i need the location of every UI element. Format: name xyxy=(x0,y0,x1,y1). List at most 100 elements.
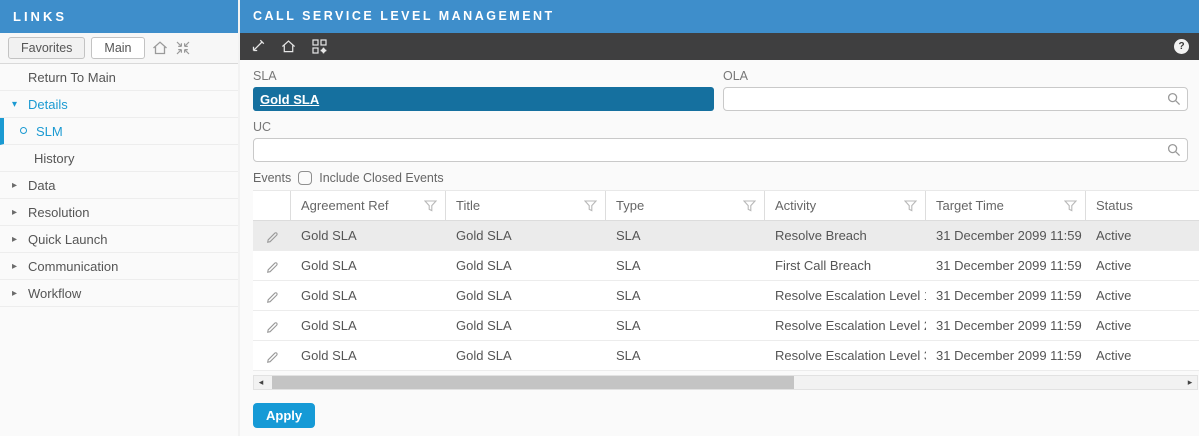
table-cell: Gold SLA xyxy=(291,318,446,333)
search-icon[interactable] xyxy=(1167,92,1181,111)
column-header-label: Agreement Ref xyxy=(301,198,388,213)
table-row[interactable]: Gold SLAGold SLASLAResolve Escalation Le… xyxy=(253,311,1199,341)
content-area: SLA Gold SLA OLA xyxy=(240,60,1199,436)
sidebar-item-return-to-main[interactable]: Return To Main xyxy=(0,64,238,91)
widgets-settings-icon[interactable] xyxy=(312,39,327,54)
sla-field[interactable]: Gold SLA xyxy=(253,87,714,111)
table-cell: Gold SLA xyxy=(291,258,446,273)
filter-funnel-icon[interactable] xyxy=(584,200,597,212)
chevron-right-icon: ▸ xyxy=(12,180,28,191)
tab-favorites[interactable]: Favorites xyxy=(8,37,85,59)
table-cell: Gold SLA xyxy=(446,348,606,363)
column-header-label: Activity xyxy=(775,198,816,213)
sidebar-item-history[interactable]: History xyxy=(0,145,238,172)
horizontal-scrollbar[interactable]: ◂ ▸ xyxy=(253,375,1198,390)
column-header-label: Target Time xyxy=(936,198,1004,213)
table-cell: Active xyxy=(1086,258,1199,273)
sidebar-tabs: Favorites Main xyxy=(0,33,238,64)
home-icon[interactable] xyxy=(151,40,169,56)
table-cell: Active xyxy=(1086,288,1199,303)
filter-funnel-icon[interactable] xyxy=(904,200,917,212)
include-closed-checkbox[interactable] xyxy=(298,171,312,185)
filter-funnel-icon[interactable] xyxy=(424,200,437,212)
uc-label: UC xyxy=(253,120,1188,134)
sidebar-item-label: Communication xyxy=(28,259,118,274)
edit-pencil-icon[interactable] xyxy=(265,229,279,243)
uc-input[interactable] xyxy=(253,138,1188,162)
table-cell: 31 December 2099 11:59 PM xyxy=(926,318,1086,333)
column-header-status[interactable]: Status xyxy=(1086,191,1199,220)
sidebar-item-quick-launch[interactable]: ▸Quick Launch xyxy=(0,226,238,253)
sidebar-item-label: Return To Main xyxy=(28,70,116,85)
table-cell: Gold SLA xyxy=(446,258,606,273)
edit-column-header xyxy=(253,191,291,220)
sidebar-item-resolution[interactable]: ▸Resolution xyxy=(0,199,238,226)
chevron-down-icon: ▾ xyxy=(12,99,28,110)
sla-label: SLA xyxy=(253,69,714,83)
scroll-left-arrow[interactable]: ◂ xyxy=(254,376,268,389)
table-cell: 31 December 2099 11:59 PM xyxy=(926,288,1086,303)
table-cell: 31 December 2099 11:59 PM xyxy=(926,228,1086,243)
table-cell: SLA xyxy=(606,348,765,363)
collapse-icon[interactable] xyxy=(175,40,191,56)
edit-pencil-icon[interactable] xyxy=(265,319,279,333)
app: LINKS Favorites Main Return To Main ▾Deta… xyxy=(0,0,1199,436)
column-header-target-time[interactable]: Target Time xyxy=(926,191,1086,220)
sla-value-link[interactable]: Gold SLA xyxy=(260,92,319,107)
table-row[interactable]: Gold SLAGold SLASLAResolve Escalation Le… xyxy=(253,341,1199,371)
pin-icon[interactable] xyxy=(250,39,265,54)
column-header-agreement-ref[interactable]: Agreement Ref xyxy=(291,191,446,220)
table-cell: Gold SLA xyxy=(291,288,446,303)
edit-pencil-icon[interactable] xyxy=(265,349,279,363)
column-header-activity[interactable]: Activity xyxy=(765,191,926,220)
table-cell: Resolve Escalation Level 3 xyxy=(765,348,926,363)
column-header-type[interactable]: Type xyxy=(606,191,765,220)
table-cell: Gold SLA xyxy=(291,228,446,243)
column-header-label: Status xyxy=(1096,198,1133,213)
table-cell: First Call Breach xyxy=(765,258,926,273)
sidebar: LINKS Favorites Main Return To Main ▾Deta… xyxy=(0,0,240,436)
help-icon[interactable]: ? xyxy=(1174,39,1189,54)
ola-input[interactable] xyxy=(723,87,1188,111)
sidebar-item-communication[interactable]: ▸Communication xyxy=(0,253,238,280)
sidebar-item-workflow[interactable]: ▸Workflow xyxy=(0,280,238,307)
chevron-right-icon: ▸ xyxy=(12,207,28,218)
scroll-right-arrow[interactable]: ▸ xyxy=(1183,376,1197,389)
sidebar-item-details[interactable]: ▾Details xyxy=(0,91,238,118)
table-cell: Active xyxy=(1086,348,1199,363)
include-closed-label: Include Closed Events xyxy=(319,171,443,185)
page-title: CALL SERVICE LEVEL MANAGEMENT xyxy=(240,0,1199,33)
sidebar-item-label: SLM xyxy=(36,124,63,139)
filter-funnel-icon[interactable] xyxy=(743,200,756,212)
table-row[interactable]: Gold SLAGold SLASLAFirst Call Breach31 D… xyxy=(253,251,1199,281)
chevron-right-icon: ▸ xyxy=(12,261,28,272)
sidebar-title: LINKS xyxy=(0,0,238,33)
sidebar-item-label: Resolution xyxy=(28,205,89,220)
edit-pencil-icon[interactable] xyxy=(265,289,279,303)
scrollbar-thumb[interactable] xyxy=(272,376,794,389)
home-icon[interactable] xyxy=(280,39,297,54)
events-row: Events Include Closed Events xyxy=(253,171,1199,185)
tab-main[interactable]: Main xyxy=(91,37,144,59)
apply-button[interactable]: Apply xyxy=(253,403,315,428)
circle-bullet-icon xyxy=(20,126,36,137)
table-cell: 31 December 2099 11:59 PM xyxy=(926,258,1086,273)
search-icon[interactable] xyxy=(1167,143,1181,162)
table-cell: SLA xyxy=(606,228,765,243)
filter-funnel-icon[interactable] xyxy=(1064,200,1077,212)
edit-pencil-icon[interactable] xyxy=(265,259,279,273)
table-cell: SLA xyxy=(606,288,765,303)
table-body: Gold SLAGold SLASLAResolve Breach31 Dece… xyxy=(253,221,1199,371)
column-header-label: Type xyxy=(616,198,644,213)
column-header-title[interactable]: Title xyxy=(446,191,606,220)
sidebar-item-slm[interactable]: SLM xyxy=(0,118,238,145)
table-header-row: Agreement Ref Title Type Activity Target Tim… xyxy=(253,191,1199,221)
events-table: Agreement Ref Title Type Activity Target Tim… xyxy=(253,190,1199,371)
sidebar-item-label: Workflow xyxy=(28,286,81,301)
sidebar-item-data[interactable]: ▸Data xyxy=(0,172,238,199)
uc-row: UC xyxy=(253,120,1199,162)
table-row[interactable]: Gold SLAGold SLASLAResolve Breach31 Dece… xyxy=(253,221,1199,251)
chevron-right-icon: ▸ xyxy=(12,288,28,299)
table-row[interactable]: Gold SLAGold SLASLAResolve Escalation Le… xyxy=(253,281,1199,311)
table-cell: Gold SLA xyxy=(446,228,606,243)
